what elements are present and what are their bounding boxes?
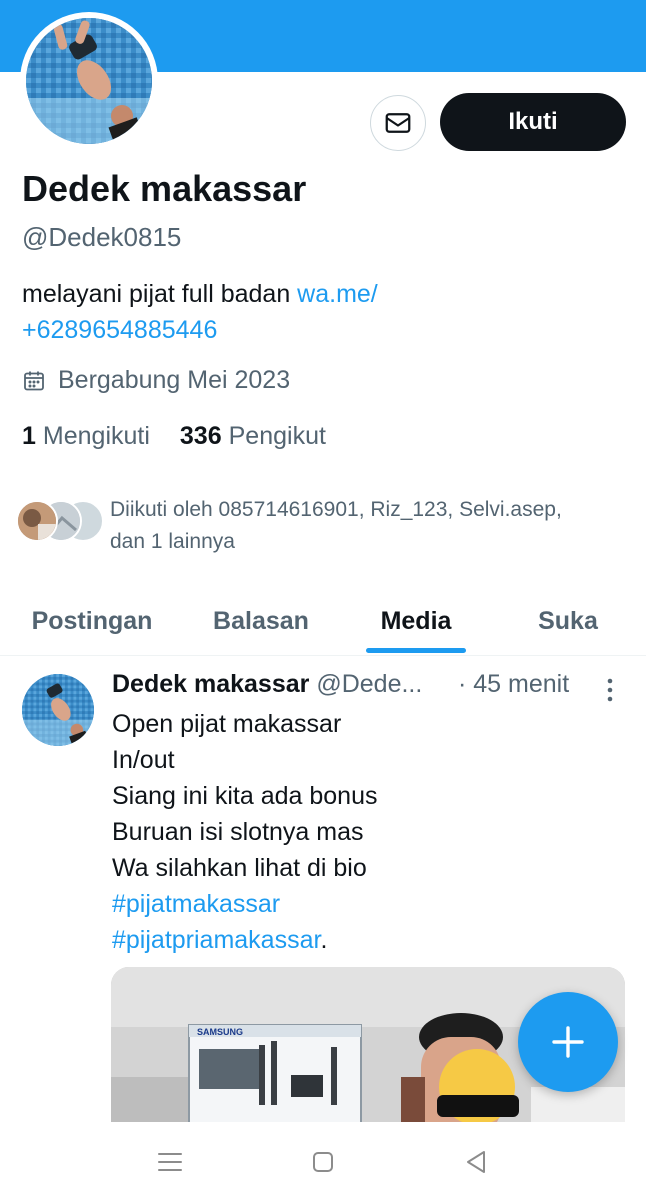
post-line: Open pijat makassar: [112, 710, 342, 738]
follow-button[interactable]: Ikuti: [440, 93, 626, 151]
post-line: In/out: [112, 746, 175, 774]
home-square-icon[interactable]: [303, 1142, 343, 1182]
message-button[interactable]: [370, 95, 426, 151]
envelope-icon: [385, 113, 411, 133]
followed-by-text: Diikuti oleh 085714616901, Riz_123, Selv…: [110, 498, 562, 553]
more-options-icon[interactable]: [600, 674, 620, 706]
post-author-avatar[interactable]: [22, 674, 94, 746]
follower-avatar: [16, 500, 58, 542]
post-text: Open pijat makassar In/out Siang ini kit…: [112, 706, 612, 958]
post-line: Siang ini kita ada bonus: [112, 782, 378, 810]
menu-icon[interactable]: [150, 1142, 190, 1182]
joined-date: Bergabung Mei 2023: [22, 366, 290, 395]
post-timestamp[interactable]: · 45 menit: [456, 670, 570, 699]
avatar[interactable]: [26, 18, 152, 144]
compose-button[interactable]: [518, 992, 618, 1092]
post-line: Buruan isi slotnya mas: [112, 818, 364, 846]
tab-suka[interactable]: Suka: [500, 586, 636, 656]
post-line: Wa silahkan lihat di bio: [112, 854, 367, 882]
follow-stats: 1 Mengikuti 336 Pengikut: [22, 422, 326, 451]
post-author-name[interactable]: Dedek makassar: [112, 670, 309, 698]
followers-stat[interactable]: 336 Pengikut: [180, 422, 326, 451]
tab-media[interactable]: Media: [340, 586, 492, 656]
hashtag-link[interactable]: #pijatpriamakassar: [112, 926, 320, 954]
system-navigation-bar: [0, 1122, 646, 1200]
plus-icon: [552, 1026, 584, 1058]
followed-by[interactable]: Diikuti oleh 085714616901, Riz_123, Selv…: [16, 494, 626, 558]
svg-text:SAMSUNG: SAMSUNG: [197, 1027, 243, 1037]
profile-tabs: Postingan Balasan Media Suka: [0, 586, 646, 656]
back-triangle-icon[interactable]: [456, 1142, 496, 1182]
profile-handle: @Dedek0815: [22, 222, 182, 252]
post-author-handle[interactable]: @Dede...: [316, 670, 422, 698]
joined-text: Bergabung Mei 2023: [58, 366, 291, 394]
tab-postingan[interactable]: Postingan: [10, 586, 174, 656]
profile-bio: melayani pijat full badan wa.me/+6289654…: [22, 276, 622, 348]
active-tab-indicator: [366, 648, 466, 653]
calendar-icon: [24, 371, 44, 390]
hashtag-link[interactable]: #pijatmakassar: [112, 890, 280, 918]
bio-text: melayani pijat full badan: [22, 280, 298, 308]
following-stat[interactable]: 1 Mengikuti: [22, 422, 150, 451]
tab-balasan[interactable]: Balasan: [180, 586, 342, 656]
profile-display-name: Dedek makassar: [22, 168, 307, 209]
